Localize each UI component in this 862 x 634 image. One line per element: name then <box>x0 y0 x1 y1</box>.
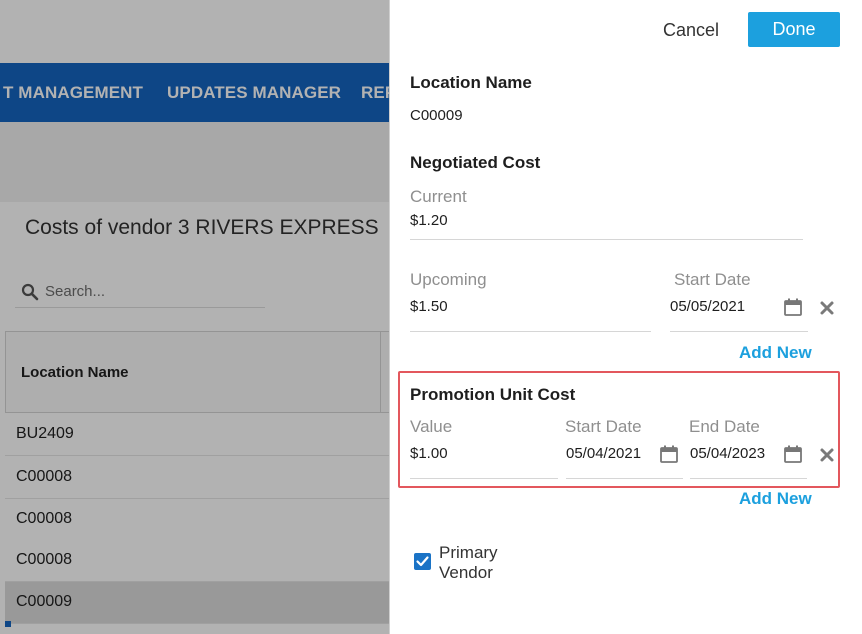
current-cost-label: Current <box>410 187 467 206</box>
promotion-start-date-input[interactable]: 05/04/2021 <box>566 445 641 462</box>
upcoming-cost-underline <box>410 331 651 332</box>
calendar-icon[interactable] <box>783 297 803 317</box>
promotion-end-date-label: End Date <box>689 417 760 436</box>
upcoming-start-date-input[interactable]: 05/05/2021 <box>670 298 745 315</box>
location-name-heading: Location Name <box>410 73 532 92</box>
cancel-button[interactable]: Cancel <box>646 13 736 47</box>
edit-cost-panel: Cancel Done Location Name C00009 Negotia… <box>389 0 862 634</box>
promotion-end-date-input[interactable]: 05/04/2023 <box>690 445 765 462</box>
primary-vendor-checkbox[interactable] <box>414 553 431 570</box>
close-icon[interactable] <box>819 447 835 463</box>
upcoming-start-date-label: Start Date <box>674 270 751 289</box>
close-icon[interactable] <box>819 300 835 316</box>
location-name-value: C00009 <box>410 107 463 124</box>
upcoming-cost-label: Upcoming <box>410 270 487 289</box>
add-new-negotiated-link[interactable]: Add New <box>739 343 812 363</box>
promotion-start-date-underline <box>566 478 683 479</box>
primary-vendor-label[interactable]: Primary Vendor <box>439 543 529 583</box>
promotion-value-input[interactable]: $1.00 <box>410 445 448 462</box>
promotion-end-date-underline <box>690 478 807 479</box>
checkmark-icon <box>416 556 429 567</box>
add-new-promotion-link[interactable]: Add New <box>739 489 812 509</box>
promotion-value-label: Value <box>410 417 453 436</box>
upcoming-start-date-underline <box>670 331 808 332</box>
upcoming-cost-input[interactable]: $1.50 <box>410 298 448 315</box>
promotion-start-date-label: Start Date <box>565 417 642 436</box>
calendar-icon[interactable] <box>659 444 679 464</box>
promotion-value-underline <box>410 478 558 479</box>
current-cost-underline <box>410 239 803 240</box>
done-button[interactable]: Done <box>748 12 840 47</box>
negotiated-cost-heading: Negotiated Cost <box>410 153 541 172</box>
promotion-unit-cost-heading: Promotion Unit Cost <box>410 385 576 404</box>
calendar-icon[interactable] <box>783 444 803 464</box>
current-cost-value: $1.20 <box>410 212 448 229</box>
